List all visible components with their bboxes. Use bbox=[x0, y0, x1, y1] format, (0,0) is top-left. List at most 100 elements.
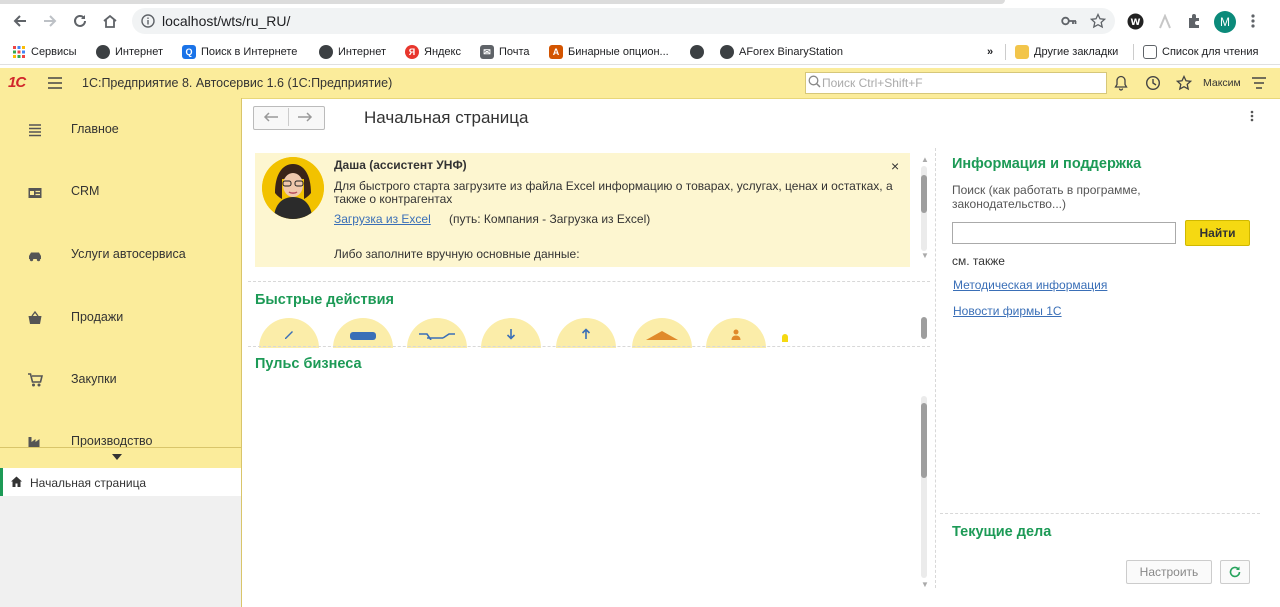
bookmark-separator bbox=[1005, 44, 1006, 60]
hamburger-menu-icon[interactable] bbox=[48, 77, 62, 89]
sidebar-item-car-service[interactable]: Услуги автосервиса bbox=[0, 222, 241, 284]
company-news-link[interactable]: Новости фирмы 1С bbox=[953, 304, 1062, 318]
browser-menu-icon[interactable] bbox=[1250, 13, 1256, 29]
contact-card-icon bbox=[27, 185, 43, 201]
info-search-description: Поиск (как работать в программе, законод… bbox=[952, 183, 1141, 211]
svg-text:W: W bbox=[1131, 18, 1141, 28]
home-icon[interactable] bbox=[99, 10, 121, 32]
browser-tab-strip bbox=[0, 0, 1005, 4]
sidebar-item-label: Главное bbox=[71, 122, 119, 136]
reload-icon[interactable] bbox=[69, 10, 91, 32]
assistant-name: Даша (ассистент УНФ) bbox=[334, 158, 467, 172]
sidebar-item-sales[interactable]: Продажи bbox=[0, 285, 241, 347]
sidebar-item-main[interactable]: Главное bbox=[0, 98, 241, 160]
bookmarks-overflow-button[interactable]: » bbox=[987, 44, 993, 60]
other-bookmarks-label: Другие закладки bbox=[1034, 46, 1119, 58]
sidebar-item-crm[interactable]: CRM bbox=[0, 160, 241, 222]
bookmark-label: Бинарные опцион... bbox=[568, 46, 669, 58]
sidebar-item-purchases[interactable]: Закупки bbox=[0, 347, 241, 409]
truck-icon bbox=[350, 332, 376, 340]
reading-list-label: Список для чтения bbox=[1162, 46, 1259, 58]
assistant-scrollbar-thumb[interactable] bbox=[921, 175, 927, 213]
pencil-icon bbox=[285, 331, 293, 339]
puzzle-extensions-icon[interactable] bbox=[1186, 13, 1202, 29]
scroll-down-icon[interactable]: ▼ bbox=[921, 580, 929, 589]
more-options-icon[interactable] bbox=[1250, 110, 1254, 122]
quick-actions-title: Быстрые действия bbox=[255, 292, 394, 308]
bookmark-item[interactable]: ✉ Почта bbox=[480, 44, 530, 60]
pulse-scrollbar-thumb[interactable] bbox=[921, 403, 927, 478]
forward-arrow-icon[interactable] bbox=[39, 10, 61, 32]
quick-action-person[interactable] bbox=[706, 318, 766, 348]
key-icon[interactable] bbox=[1061, 14, 1077, 28]
info-icon[interactable] bbox=[141, 14, 155, 28]
back-arrow-icon[interactable] bbox=[9, 10, 31, 32]
open-window-label: Начальная страница bbox=[30, 476, 147, 490]
excel-import-path: (путь: Компания - Загрузка из Excel) bbox=[449, 212, 651, 226]
methodical-info-link[interactable]: Методическая информация bbox=[953, 278, 1107, 292]
username[interactable]: Максим bbox=[1203, 77, 1241, 89]
quick-actions-scrollbar-thumb[interactable] bbox=[921, 317, 927, 339]
excel-import-link[interactable]: Загрузка из Excel bbox=[334, 212, 431, 226]
star-icon[interactable] bbox=[1090, 13, 1106, 29]
find-button[interactable]: Найти bbox=[1185, 220, 1250, 246]
binary-icon: A bbox=[549, 45, 563, 59]
refresh-icon bbox=[1229, 566, 1241, 578]
column-divider bbox=[935, 148, 936, 588]
quick-action-edit[interactable] bbox=[259, 318, 319, 348]
quick-action-truck[interactable] bbox=[333, 318, 393, 348]
refresh-button[interactable] bbox=[1220, 560, 1250, 584]
bookmark-separator bbox=[1133, 44, 1134, 60]
globe-icon bbox=[720, 45, 734, 59]
quick-action-more[interactable] bbox=[782, 334, 788, 342]
bookmark-label: Яндекс bbox=[424, 46, 461, 58]
search-icon: Q bbox=[182, 45, 196, 59]
basket-icon bbox=[27, 310, 43, 326]
sidebar-scroll-down-icon[interactable] bbox=[112, 454, 122, 460]
extension-w-icon[interactable]: W bbox=[1127, 13, 1144, 30]
quick-action-warehouse[interactable] bbox=[632, 318, 692, 348]
tune-button[interactable]: Настроить bbox=[1126, 560, 1212, 584]
bookmark-item[interactable]: Интернет bbox=[96, 44, 163, 60]
assistant-manual-text: Либо заполните вручную основные данные: bbox=[334, 247, 580, 261]
bookmark-item[interactable]: AForex BinaryStation bbox=[720, 44, 843, 60]
history-icon[interactable] bbox=[1145, 75, 1161, 91]
info-search-input[interactable] bbox=[952, 222, 1176, 244]
bookmark-item[interactable]: Сервисы bbox=[12, 44, 77, 60]
profile-avatar[interactable]: M bbox=[1214, 11, 1236, 33]
bookmark-item[interactable]: A Бинарные опцион... bbox=[549, 44, 669, 60]
scroll-down-icon[interactable]: ▼ bbox=[921, 251, 929, 260]
quick-action-receipt[interactable] bbox=[481, 318, 541, 348]
back-arrow-icon[interactable] bbox=[263, 111, 279, 123]
quick-action-transfer[interactable] bbox=[407, 318, 467, 348]
search-icon bbox=[808, 75, 821, 88]
url-text[interactable]: localhost/wts/ru_RU/ bbox=[162, 13, 290, 29]
sidebar-item-production[interactable]: Производство bbox=[0, 409, 241, 447]
bookmark-item[interactable]: Интернет bbox=[319, 44, 386, 60]
page-title: Начальная страница bbox=[364, 108, 529, 127]
app-settings-icon[interactable] bbox=[1252, 77, 1266, 90]
roof-icon bbox=[646, 331, 678, 340]
global-search-placeholder: Поиск Ctrl+Shift+F bbox=[822, 76, 923, 90]
see-also-label: см. также bbox=[952, 254, 1005, 268]
extension-lambda-icon[interactable] bbox=[1157, 14, 1173, 30]
bell-icon[interactable] bbox=[1114, 75, 1128, 91]
bookmark-label: Интернет bbox=[115, 46, 163, 58]
forward-arrow-icon[interactable] bbox=[297, 111, 313, 123]
reading-list[interactable]: Список для чтения bbox=[1143, 44, 1258, 60]
bookmark-label: Поиск в Интернете bbox=[201, 46, 298, 58]
sidebar-item-label: Услуги автосервиса bbox=[71, 247, 186, 261]
other-bookmarks[interactable]: Другие закладки bbox=[1015, 44, 1118, 60]
assistant-message: Для быстрого старта загрузите из файла E… bbox=[334, 179, 893, 206]
assistant-avatar bbox=[262, 157, 324, 219]
bookmark-item[interactable]: Я Яндекс bbox=[405, 44, 461, 60]
business-pulse-title: Пульс бизнеса bbox=[255, 356, 362, 372]
bookmark-item[interactable]: Q Поиск в Интернете bbox=[182, 44, 297, 60]
globe-icon bbox=[319, 45, 333, 59]
close-icon[interactable]: × bbox=[891, 158, 899, 174]
scroll-up-icon[interactable]: ▲ bbox=[921, 155, 929, 164]
reading-list-icon bbox=[1143, 45, 1157, 59]
favorites-star-icon[interactable] bbox=[1176, 75, 1192, 91]
bookmark-item[interactable] bbox=[690, 44, 704, 60]
quick-action-expense[interactable] bbox=[556, 318, 616, 348]
